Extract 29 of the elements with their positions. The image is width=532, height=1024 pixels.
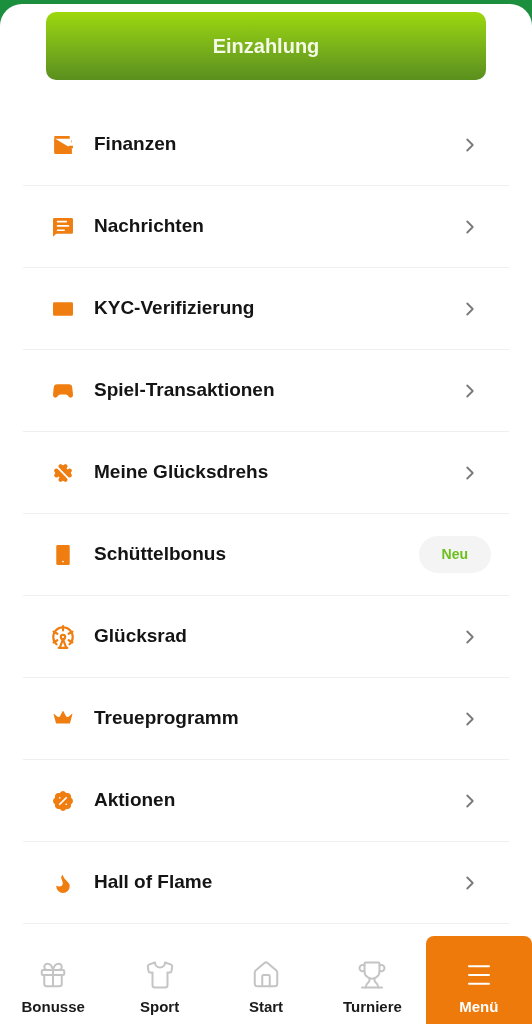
menu-item-label: Finanzen: [94, 132, 178, 157]
home-icon: [251, 959, 281, 990]
menu-item-label: Schüttelbonus: [94, 542, 227, 567]
menu-item-label: Hall of Flame: [94, 870, 214, 895]
wheel-icon: [50, 623, 76, 650]
menu-item[interactable]: Treueprogramm: [23, 678, 509, 760]
menu-item[interactable]: Aktionen: [23, 760, 509, 842]
menu-item-label: Treueprogramm: [94, 706, 240, 731]
nav-tab[interactable]: Sport: [106, 936, 213, 1024]
menu-item-label: Aktionen: [94, 788, 177, 813]
menu-item-label: KYC-Verifizierung: [94, 296, 256, 321]
menu-item-label: Nachrichten: [94, 214, 205, 239]
shirt-icon: [144, 959, 175, 990]
nav-tab[interactable]: Turniere: [319, 936, 426, 1024]
menu-item[interactable]: Finanzen: [23, 104, 509, 186]
menu-item[interactable]: Spiel-Transaktionen: [23, 350, 509, 432]
trophy-icon: [357, 959, 388, 990]
menu-item-label: Spiel-Transaktionen: [94, 378, 276, 403]
nav-tab[interactable]: Start: [212, 936, 320, 1024]
menu-item[interactable]: Hall of Flame: [23, 842, 509, 924]
menu-item[interactable]: Glücksrad: [23, 596, 509, 678]
menu-item[interactable]: KYC-Verifizierung: [23, 268, 509, 350]
nav-tab[interactable]: Bonusse: [0, 936, 107, 1024]
menu-item-label: Glücksrad: [94, 624, 188, 649]
menu-item[interactable]: Nachrichten: [23, 186, 509, 268]
menu-item[interactable]: Meine Glücksdrehs: [23, 432, 509, 514]
new-badge: Neu: [418, 536, 491, 573]
menu-item[interactable]: Schüttelbonus Neu: [23, 514, 509, 596]
menu-item-label: Meine Glücksdrehs: [94, 460, 270, 485]
